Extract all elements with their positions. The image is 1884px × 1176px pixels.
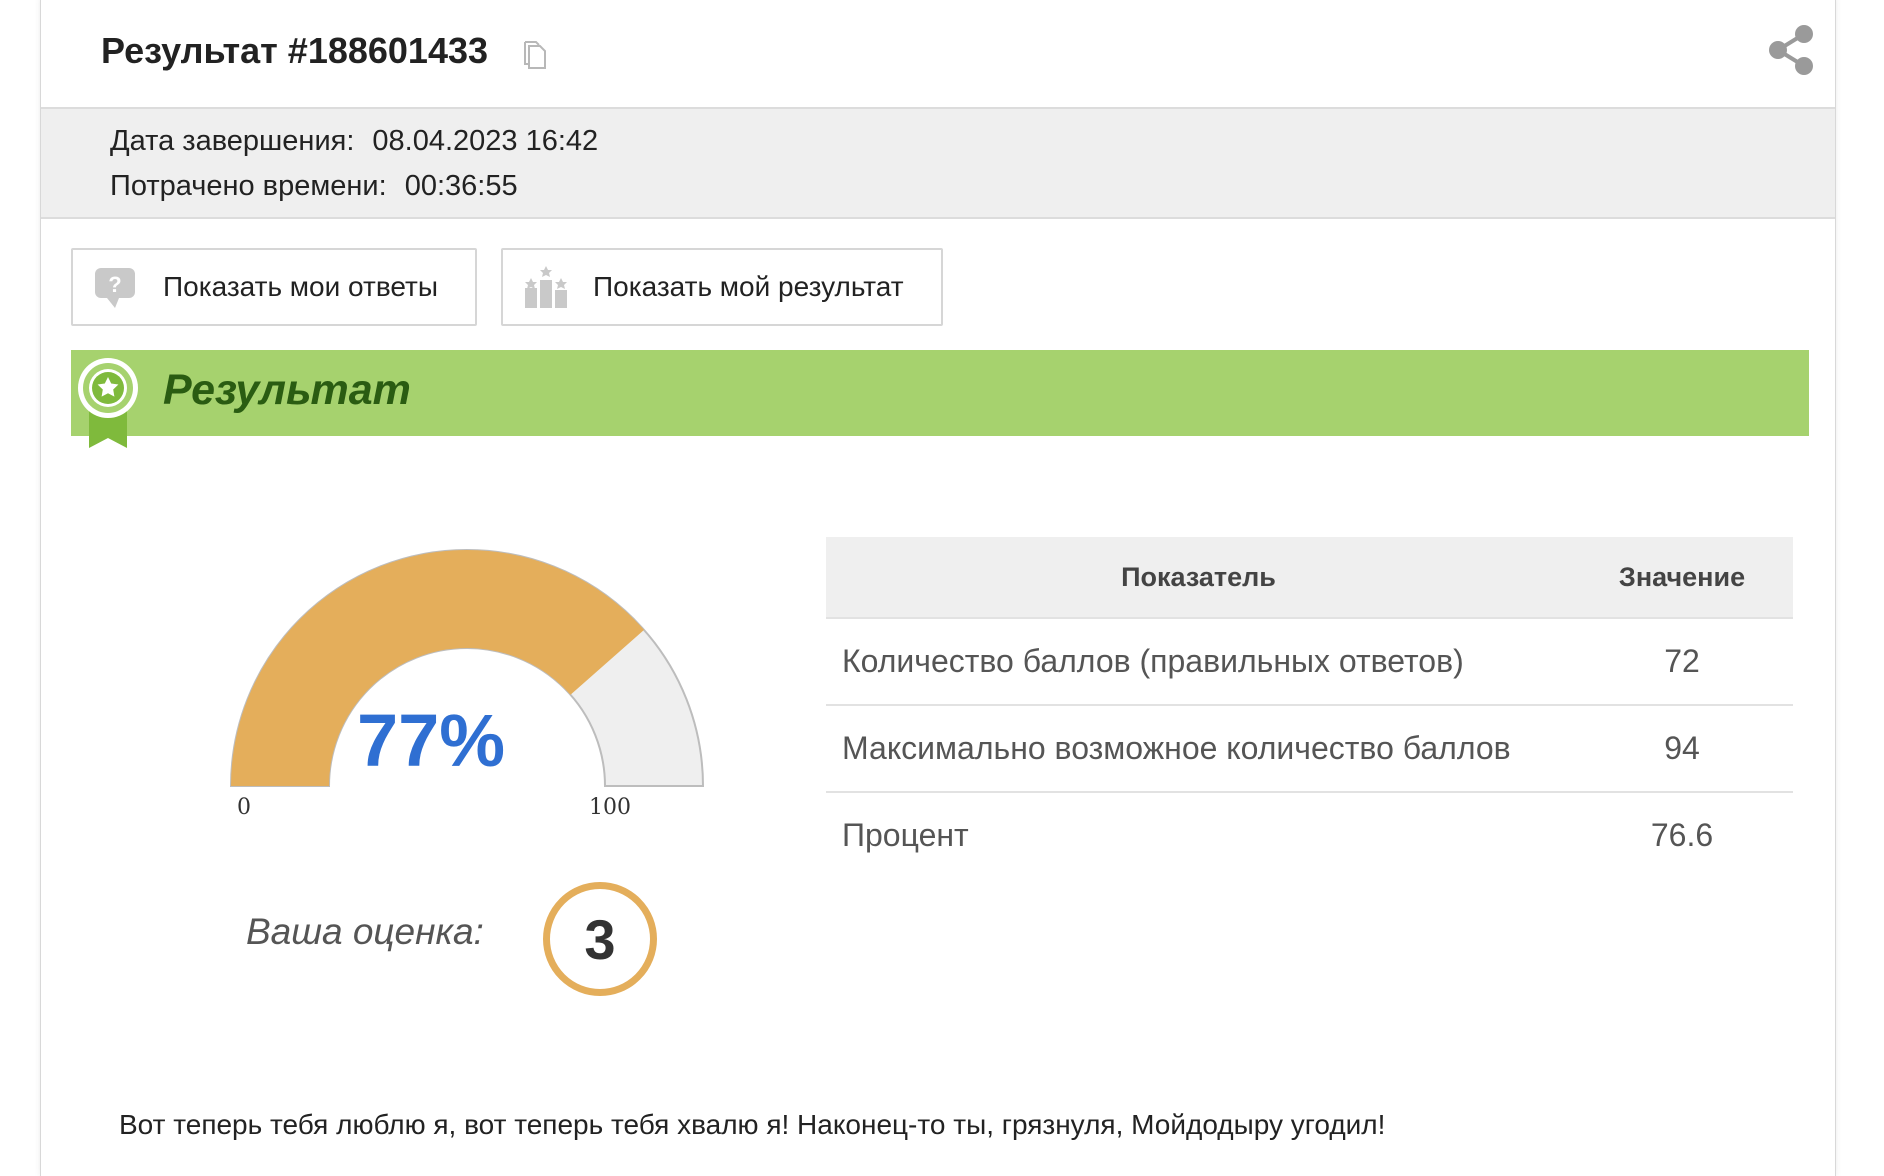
grade-badge: 3: [543, 882, 657, 996]
show-result-label: Показать мой результат: [593, 271, 904, 302]
gauge-percent: 77%: [357, 699, 506, 782]
score-gauge: [229, 549, 705, 787]
table-row: Количество баллов (правильных ответов) 7…: [826, 617, 1793, 705]
gauge-min-label: 0: [237, 795, 251, 820]
show-result-button[interactable]: Показать мой результат: [501, 248, 943, 326]
grade-label: Ваша оценка:: [246, 911, 484, 952]
show-answers-label: Показать мои ответы: [163, 271, 438, 302]
completion-date-label: Дата завершения:: [110, 125, 355, 157]
share-icon[interactable]: [1766, 22, 1816, 78]
award-ribbon-icon: [78, 358, 138, 448]
table-row: Процент 76.6: [826, 791, 1793, 878]
stats-row-value: 72: [1571, 617, 1793, 705]
stats-row-name: Количество баллов (правильных ответов): [826, 617, 1571, 705]
show-answers-button[interactable]: ? Показать мои ответы: [71, 248, 477, 326]
stats-row-value: 94: [1571, 704, 1793, 792]
stats-row-name: Процент: [826, 791, 1571, 878]
stats-header-value: Значение: [1571, 537, 1793, 618]
grade-value: 3: [584, 907, 616, 971]
gauge-max-label: 100: [589, 795, 631, 820]
time-spent: Потрачено времени: 00:36:55: [110, 170, 518, 203]
stats-row-value: 76.6: [1571, 791, 1793, 878]
result-message: Вот теперь тебя люблю я, вот теперь тебя…: [119, 1109, 1386, 1140]
result-header: Результат #188601433: [41, 0, 1835, 109]
page-title: Результат #188601433: [101, 30, 489, 71]
svg-text:?: ?: [108, 272, 121, 297]
stats-table: Показатель Значение Количество баллов (п…: [826, 537, 1793, 878]
copy-icon[interactable]: [521, 40, 551, 74]
stats-header-row: Показатель Значение: [826, 537, 1793, 618]
table-row: Максимально возможное количество баллов …: [826, 704, 1793, 792]
result-meta: Дата завершения: 08.04.2023 16:42 Потраче…: [41, 109, 1835, 219]
result-banner-title: Результат: [163, 366, 411, 414]
stats-row-name: Максимально возможное количество баллов: [826, 704, 1571, 792]
stats-header-name: Показатель: [826, 537, 1571, 618]
time-spent-label: Потрачено времени:: [110, 170, 387, 202]
podium-icon: [525, 266, 567, 308]
completion-date-value: 08.04.2023 16:42: [372, 125, 599, 157]
completion-date: Дата завершения: 08.04.2023 16:42: [110, 125, 598, 158]
result-card: Результат #188601433 Дата завершения: 08.…: [40, 0, 1836, 1176]
time-spent-value: 00:36:55: [404, 170, 518, 202]
result-banner: Результат: [71, 350, 1809, 436]
question-bubble-icon: ?: [95, 268, 135, 308]
